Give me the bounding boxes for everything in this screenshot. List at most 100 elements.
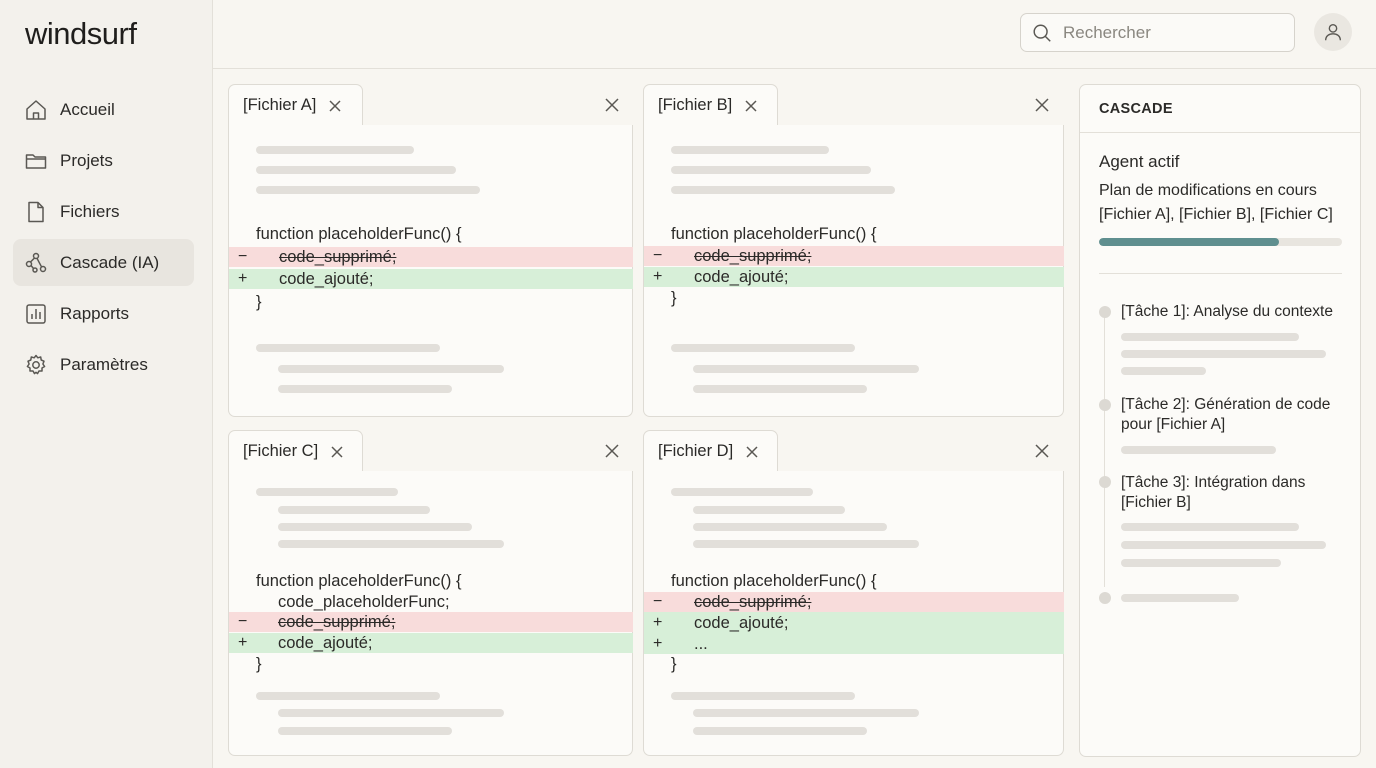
search-icon — [1031, 22, 1053, 44]
close-icon[interactable] — [330, 445, 344, 459]
home-icon — [24, 98, 48, 122]
pane-close-icon[interactable] — [605, 444, 619, 458]
placeholder-line — [671, 146, 829, 154]
deleted-code: code_supprimé; — [279, 248, 397, 266]
progress-bar — [1099, 238, 1342, 246]
gear-icon — [24, 353, 48, 377]
tab-fichier-c[interactable]: [Fichier C] — [228, 430, 363, 472]
task-1[interactable]: [Tâche 1]: Analyse du contexte — [1121, 302, 1346, 322]
placeholder-line — [278, 365, 504, 373]
pane-close-icon[interactable] — [1035, 444, 1049, 458]
divider — [1099, 273, 1342, 274]
search-input[interactable] — [1063, 22, 1283, 43]
close-icon[interactable] — [745, 445, 759, 459]
sidebar-item-projets[interactable]: Projets — [13, 137, 194, 184]
sidebar-item-label: Rapports — [60, 303, 129, 323]
folder-icon — [24, 149, 48, 173]
sidebar-item-fichiers[interactable]: Fichiers — [13, 188, 194, 235]
agent-description: Plan de modifications en cours [Fichier … — [1099, 182, 1333, 223]
close-icon[interactable] — [328, 99, 342, 113]
placeholder-line — [693, 540, 919, 548]
diff-plus: + — [653, 614, 663, 631]
placeholder-line — [1121, 523, 1299, 531]
task-3[interactable]: [Tâche 3]: Intégration dans [Fichier B] — [1121, 473, 1346, 513]
tab-fichier-d[interactable]: [Fichier D] — [643, 430, 778, 472]
placeholder-line — [693, 523, 887, 531]
added-code: code_ajouté; — [278, 634, 373, 652]
code-line: } — [256, 655, 262, 673]
sidebar-nav: Accueil Projets Fichiers Cascade (IA) Ra… — [13, 86, 194, 392]
search-box[interactable] — [1020, 13, 1295, 52]
tab-label: [Fichier D] — [658, 442, 734, 460]
placeholder-line — [671, 488, 813, 496]
tab-fichier-a[interactable]: [Fichier A] — [228, 84, 363, 126]
sidebar-item-label: Projets — [60, 150, 113, 170]
added-code: ... — [694, 635, 708, 653]
code-area[interactable]: function placeholderFunc() { code_placeh… — [228, 471, 633, 756]
placeholder-line — [256, 344, 440, 352]
sidebar-item-accueil[interactable]: Accueil — [13, 86, 194, 133]
placeholder-line — [256, 488, 398, 496]
added-code: code_ajouté; — [694, 268, 789, 286]
code-area[interactable]: function placeholderFunc() { − code_supp… — [643, 471, 1064, 756]
deleted-code: code_supprimé; — [694, 593, 812, 611]
pane-close-icon[interactable] — [605, 98, 619, 112]
placeholder-line — [693, 727, 867, 735]
code-line: } — [256, 293, 262, 311]
code-line: code_placeholderFunc; — [278, 593, 450, 611]
sidebar-item-label: Cascade (IA) — [60, 252, 160, 272]
cascade-header: CASCADE — [1080, 85, 1360, 133]
placeholder-line — [278, 540, 504, 548]
placeholder-line — [1121, 367, 1206, 375]
timeline-line — [1104, 317, 1105, 587]
placeholder-line — [1121, 559, 1281, 567]
placeholder-line — [256, 166, 456, 174]
code-line: } — [671, 655, 677, 673]
tab-label: [Fichier C] — [243, 442, 319, 460]
placeholder-line — [256, 146, 414, 154]
placeholder-line — [671, 344, 855, 352]
code-area[interactable]: function placeholderFunc() { − code_supp… — [228, 125, 633, 417]
placeholder-line — [256, 692, 440, 700]
code-area[interactable]: function placeholderFunc() { − code_supp… — [643, 125, 1064, 417]
app-logo: windsurf — [25, 16, 137, 51]
diff-minus: − — [238, 248, 248, 265]
placeholder-line — [1121, 446, 1276, 454]
close-icon[interactable] — [744, 99, 758, 113]
sidebar-item-parametres[interactable]: Paramètres — [13, 341, 194, 388]
placeholder-line — [693, 506, 845, 514]
sidebar-item-rapports[interactable]: Rapports — [13, 290, 194, 337]
sidebar-item-label: Fichiers — [60, 201, 120, 221]
placeholder-line — [693, 365, 919, 373]
placeholder-line — [671, 692, 855, 700]
diff-plus: + — [238, 270, 248, 287]
task-2[interactable]: [Tâche 2]: Génération de code pour [Fich… — [1121, 395, 1346, 435]
code-line: function placeholderFunc() { — [256, 225, 462, 243]
tab-fichier-b[interactable]: [Fichier B] — [643, 84, 778, 126]
code-line: function placeholderFunc() { — [256, 572, 462, 590]
sidebar: windsurf Accueil Projets Fichiers Cascad… — [0, 0, 213, 768]
placeholder-line — [278, 709, 504, 717]
pane-close-icon[interactable] — [1035, 98, 1049, 112]
cascade-icon — [24, 251, 48, 275]
placeholder-line — [1121, 541, 1326, 549]
placeholder-line — [671, 166, 871, 174]
placeholder-line — [278, 385, 452, 393]
added-code: code_ajouté; — [694, 614, 789, 632]
placeholder-line — [278, 506, 430, 514]
placeholder-line — [1121, 594, 1239, 602]
tab-label: [Fichier B] — [658, 96, 733, 114]
sidebar-item-cascade[interactable]: Cascade (IA) — [13, 239, 194, 286]
placeholder-line — [256, 186, 480, 194]
sidebar-item-label: Paramètres — [60, 354, 148, 374]
cascade-panel: CASCADE Agent actif Plan de modification… — [1079, 84, 1361, 757]
diff-minus: − — [653, 247, 663, 264]
user-avatar[interactable] — [1314, 13, 1352, 51]
top-bar — [213, 0, 1376, 69]
chart-icon — [24, 302, 48, 326]
code-line: } — [671, 289, 677, 307]
placeholder-line — [1121, 333, 1299, 341]
placeholder-line — [278, 727, 452, 735]
tab-label: [Fichier A] — [243, 96, 317, 114]
diff-plus: + — [653, 268, 663, 285]
